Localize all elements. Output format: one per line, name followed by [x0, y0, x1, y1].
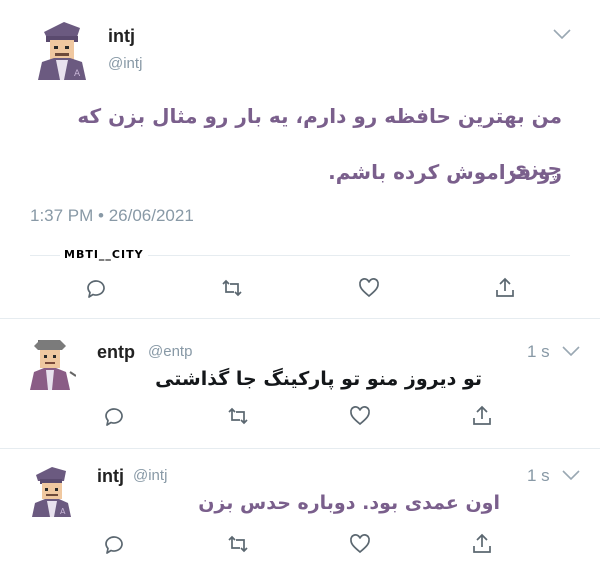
avatar[interactable]: A [30, 18, 92, 80]
like-icon[interactable] [348, 404, 372, 428]
reply-icon[interactable] [84, 276, 108, 300]
reply-text: تو دیروز منو تو پارکینگ جا گذاشتی [155, 368, 482, 390]
share-icon[interactable] [470, 532, 494, 556]
author-handle[interactable]: @intj [108, 55, 142, 72]
reply-time[interactable]: 1 s [527, 342, 550, 362]
author-handle[interactable]: @intj [133, 467, 167, 484]
reply-icon[interactable] [102, 404, 126, 428]
share-icon[interactable] [470, 404, 494, 428]
watermark-label: MBTI__CITY [60, 248, 148, 261]
share-icon[interactable] [493, 276, 517, 300]
retweet-icon[interactable] [226, 404, 250, 428]
like-icon[interactable] [357, 276, 381, 300]
reply-text: اون عمدی بود. دوباره حدس بزن [198, 492, 500, 514]
retweet-icon[interactable] [220, 276, 244, 300]
chevron-down-icon[interactable] [553, 29, 571, 39]
avatar[interactable]: A [26, 463, 76, 517]
divider [0, 448, 600, 449]
reply-time[interactable]: 1 s [527, 466, 550, 486]
chevron-down-icon[interactable] [562, 346, 580, 356]
author-name[interactable]: intj [108, 26, 135, 47]
reply-icon[interactable] [102, 532, 126, 556]
divider [0, 318, 600, 319]
author-handle[interactable]: @entp [148, 343, 192, 360]
retweet-icon[interactable] [226, 532, 250, 556]
author-name[interactable]: entp [97, 342, 135, 363]
svg-text:A: A [60, 507, 66, 516]
tweet-timestamp[interactable]: 1:37 PM • 26/06/2021 [30, 206, 194, 226]
svg-text:A: A [74, 69, 81, 79]
like-icon[interactable] [348, 532, 372, 556]
tweet-text-line-2: رو فراموش کرده باشم. [328, 160, 562, 184]
author-name[interactable]: intj [97, 466, 124, 487]
chevron-down-icon[interactable] [562, 470, 580, 480]
